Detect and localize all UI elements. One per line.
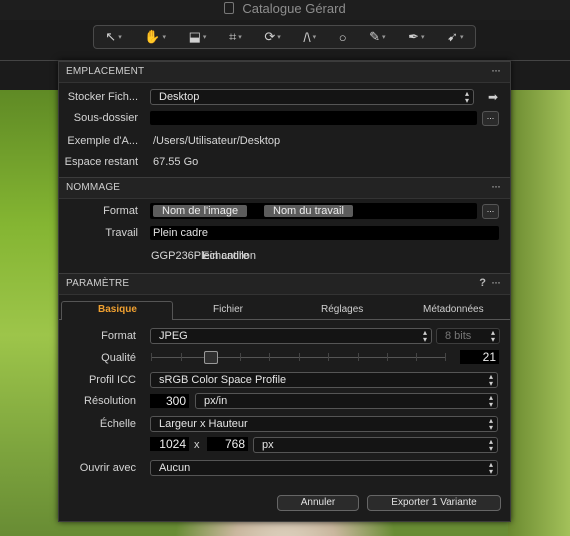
subfolder-label: Sous-dossier [73,112,138,124]
token-image-name[interactable]: Nom de l'image [153,205,248,217]
width-field[interactable]: 1024 [150,437,189,451]
height-field[interactable]: 768 [207,437,248,451]
scale-select[interactable]: Largeur x Hauteur ▴ ▾ [150,416,498,432]
cancel-button[interactable]: Annuler [277,495,359,511]
quality-slider-thumb[interactable] [204,351,218,364]
example-path: /Users/Utilisateur/Desktop [153,135,281,147]
settings-tabs: Basique Fichier Réglages Métadonnées [59,301,510,320]
tool-bar: ↖ ▾ ✋ ▾ ⬓ ▾ ⌗ ▾ ⟳ ▾ /\ ▾ ○ ✎ ▾ ✒ ▾ ➹ ▾ [93,25,476,49]
resolution-label: Résolution [84,395,136,407]
photo-edge [508,90,570,536]
job-field[interactable]: Plein cadre [150,226,499,240]
tab-fichier[interactable]: Fichier [213,304,243,315]
more-icon[interactable]: ··· [491,179,501,193]
open-with-label: Ouvrir avec [79,462,136,474]
brush-tool-button[interactable]: ✎ ▾ [369,29,385,45]
tab-metadonnees[interactable]: Métadonnées [423,304,484,315]
naming-format-field[interactable]: Nom de l'image Nom du travail [150,203,477,219]
chevron-down-icon: ▾ [162,34,166,41]
brush-icon: ✎ [369,29,381,44]
quality-label: Qualité [101,352,136,364]
parametre-header[interactable]: PARAMÈTRE ? ··· [59,273,510,295]
chevron-down-icon: ▾ [277,34,281,41]
more-icon[interactable]: ··· [491,63,501,77]
rotate-tool-button[interactable]: ⟳ ▾ [264,29,280,45]
chevron-updown-icon: ▴ ▾ [490,328,495,344]
arrow-icon: ➹ [447,29,459,44]
chevron-updown-icon: ▴ ▾ [488,393,493,409]
chevron-down-icon: ▾ [312,34,317,41]
hand-icon: ✋ [144,29,161,44]
window-title: Catalogue Gérard [0,1,570,16]
space-value: 67.55 Go [153,156,199,168]
file-format-select[interactable]: JPEG ▴ ▾ [150,328,432,344]
open-with-select[interactable]: Aucun ▴ ▾ [150,460,498,476]
pointer-tool-button[interactable]: ↖ ▾ [105,29,121,45]
bit-depth-select: 8 bits ▴ ▾ [436,328,500,344]
quality-value[interactable]: 21 [460,350,499,364]
quality-slider[interactable] [151,357,445,358]
keystone-tool-button[interactable]: /\ ▾ [303,30,316,45]
reveal-arrow-icon[interactable]: ➡ [488,90,498,104]
pan-tool-button[interactable]: ✋ ▾ [144,29,166,45]
chevron-down-icon: ▾ [382,34,386,41]
chevron-down-icon: ▾ [460,34,464,41]
stamp-tool-button[interactable]: ⬓ ▾ [189,29,207,45]
more-icon[interactable]: ··· [491,275,501,289]
times-sign: x [194,439,200,451]
circle-icon: ○ [338,29,347,45]
eyedropper-icon: ✒ [408,29,420,44]
naming-browse-button[interactable]: ... [482,204,499,219]
picker-tool-button[interactable]: ✒ ▾ [408,29,424,45]
example-label: Exemple d'A... [67,135,138,147]
crop-tool-button[interactable]: ⌗ ▾ [229,29,242,45]
catalog-icon [224,2,235,14]
crop-icon: ⌗ [228,29,237,44]
tab-reglages[interactable]: Réglages [321,304,363,315]
ellipse-tool-button[interactable]: ○ [339,30,347,45]
stamp-icon: ⬓ [188,29,201,44]
chevron-down-icon: ▾ [238,34,242,41]
scale-label: Échelle [99,418,136,430]
resolution-unit-select[interactable]: px/in ▴ ▾ [195,393,498,409]
subfolder-field[interactable] [150,111,477,125]
chevron-down-icon: ▾ [202,34,207,41]
chevron-updown-icon: ▴ ▾ [488,372,493,388]
job-label: Travail [105,227,138,239]
nommage-header[interactable]: NOMMAGE ··· [59,177,510,199]
chevron-updown-icon: ▴ ▾ [422,328,427,344]
store-label: Stocker Fich... [67,91,138,103]
tab-basique[interactable]: Basique [98,304,137,315]
title-bar: Catalogue Gérard [0,0,570,20]
export-panel: EMPLACEMENT ··· Stocker Fich... Desktop … [58,60,511,522]
chevron-updown-icon: ▴ ▾ [488,416,493,432]
token-job-name[interactable]: Nom du travail [264,205,353,217]
subfolder-browse-button[interactable]: ... [482,111,499,126]
file-format-label: Format [101,330,136,342]
space-label: Espace restant [64,156,138,168]
icc-select[interactable]: sRGB Color Space Profile ▴ ▾ [150,372,498,388]
icc-label: Profil ICC [88,374,136,386]
chevron-down-icon: ▾ [118,34,122,41]
resolution-field[interactable]: 300 [150,394,189,408]
help-icon[interactable]: ? [479,277,486,289]
naming-format-label: Format [103,205,138,217]
chevron-updown-icon: ▴ ▾ [488,460,493,476]
store-select[interactable]: Desktop ▴ ▾ [150,89,474,105]
sample-value: GGP236Plein cadre [151,250,249,262]
size-unit-select[interactable]: px ▴ ▾ [253,437,498,453]
chevron-down-icon: ▾ [421,34,425,41]
chevron-updown-icon: ▴ ▾ [464,89,469,105]
rotate-icon: ⟳ [264,29,276,44]
emplacement-header[interactable]: EMPLACEMENT ··· [59,61,510,83]
export-button[interactable]: Exporter 1 Variante [367,495,501,511]
pointer-icon: ↖ [105,29,117,44]
keystone-icon: /\ [303,29,311,45]
annotate-tool-button[interactable]: ➹ ▾ [447,29,463,45]
chevron-updown-icon: ▴ ▾ [488,437,493,453]
